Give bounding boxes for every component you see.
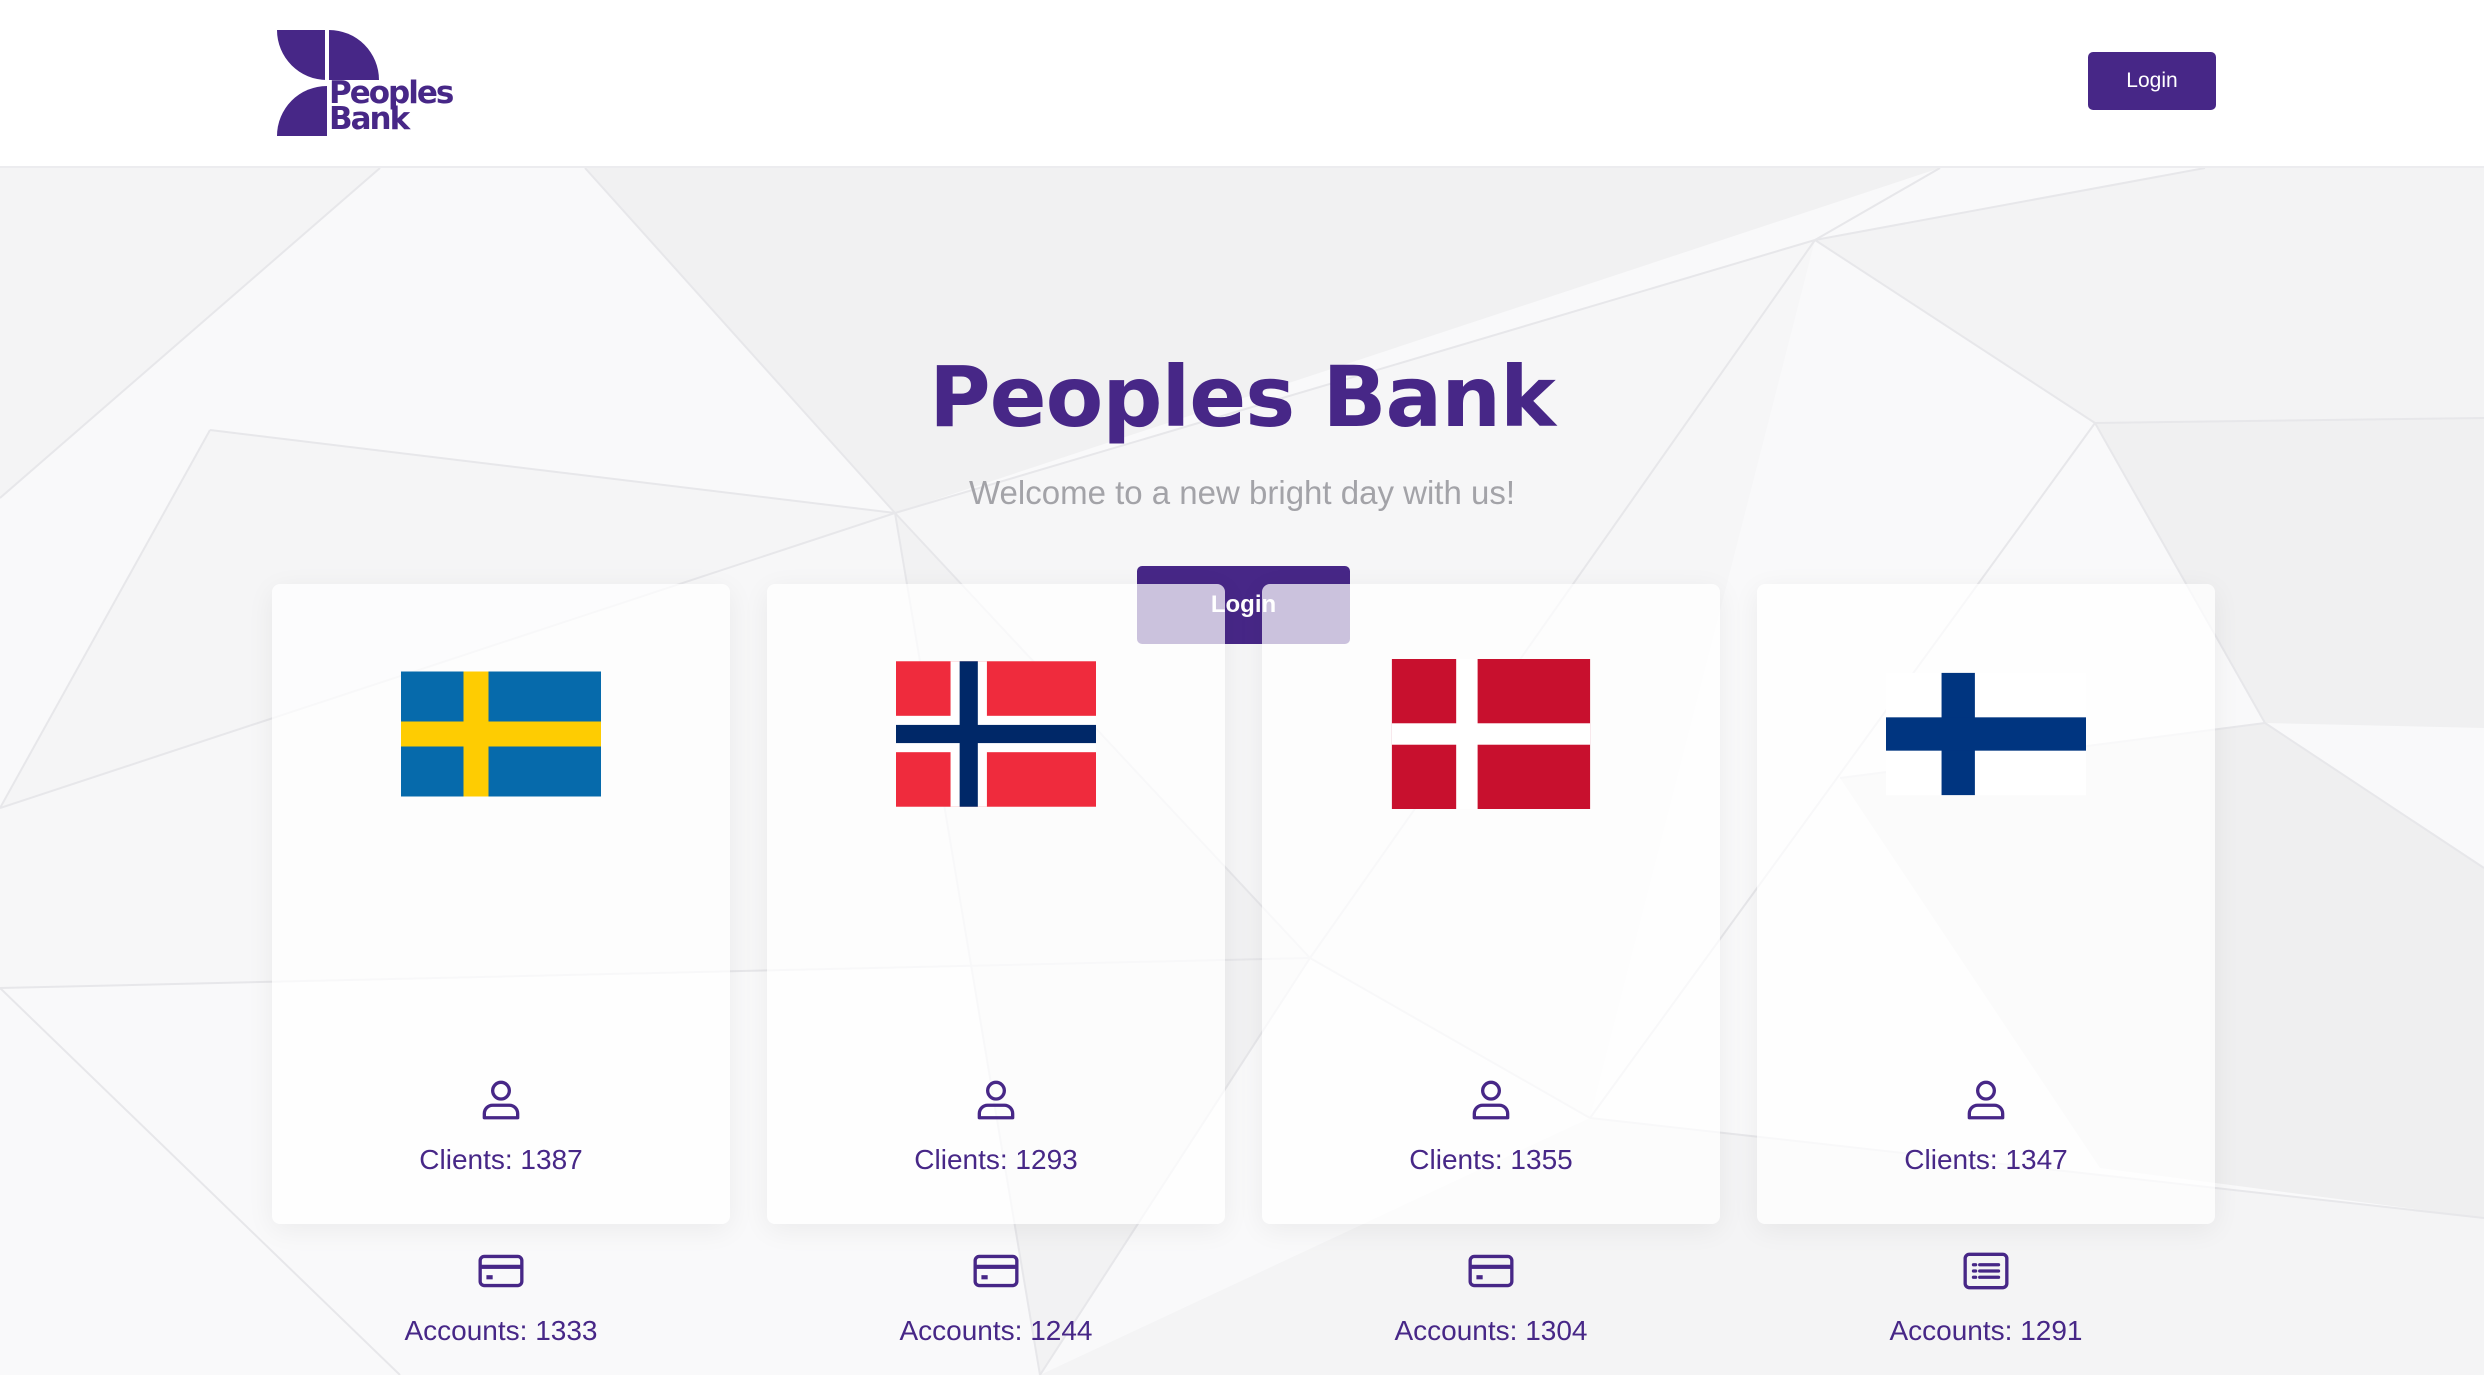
list-icon (1963, 1252, 2009, 1290)
page-title: Peoples Bank (929, 348, 1556, 446)
clients-count: Clients: 1355 (1409, 1144, 1573, 1175)
accounts-count: Accounts: 1304 (1394, 1315, 1588, 1346)
logo-text-line2: Bank (329, 101, 410, 137)
clients-count: Clients: 1347 (1904, 1144, 2068, 1175)
top-navbar: Peoples Bank Login (0, 0, 2484, 168)
clients-count: Clients: 1387 (419, 1144, 583, 1175)
clients-count: Clients: 1293 (914, 1144, 1078, 1175)
credit-card-icon (478, 1254, 524, 1288)
nav-login-button[interactable]: Login (2088, 52, 2216, 110)
country-card-sweden: Clients: 1387 Accounts: 1333 (272, 584, 730, 1346)
hero-subtitle: Welcome to a new bright day with us! (969, 474, 1515, 511)
denmark-flag-icon (1391, 659, 1591, 809)
accounts-count: Accounts: 1291 (1889, 1315, 2083, 1346)
credit-card-icon (973, 1254, 1019, 1288)
accounts-count: Accounts: 1244 (899, 1315, 1093, 1346)
sweden-flag-icon (401, 671, 601, 797)
user-icon (482, 1080, 520, 1120)
country-card-denmark: Clients: 1355 Accounts: 1304 (1262, 584, 1720, 1346)
norway-flag-icon (896, 661, 1096, 807)
user-icon (977, 1080, 1015, 1120)
country-card-norway: Clients: 1293 Accounts: 1244 (767, 584, 1225, 1346)
peoples-bank-logo[interactable]: Peoples Bank (277, 30, 454, 137)
finland-flag-icon (1886, 672, 2086, 796)
user-icon (1472, 1080, 1510, 1120)
user-icon (1967, 1080, 2005, 1120)
country-card-finland: Clients: 1347 Accounts: 1291 (1757, 584, 2215, 1346)
credit-card-icon (1468, 1254, 1514, 1288)
accounts-count: Accounts: 1333 (404, 1315, 598, 1346)
